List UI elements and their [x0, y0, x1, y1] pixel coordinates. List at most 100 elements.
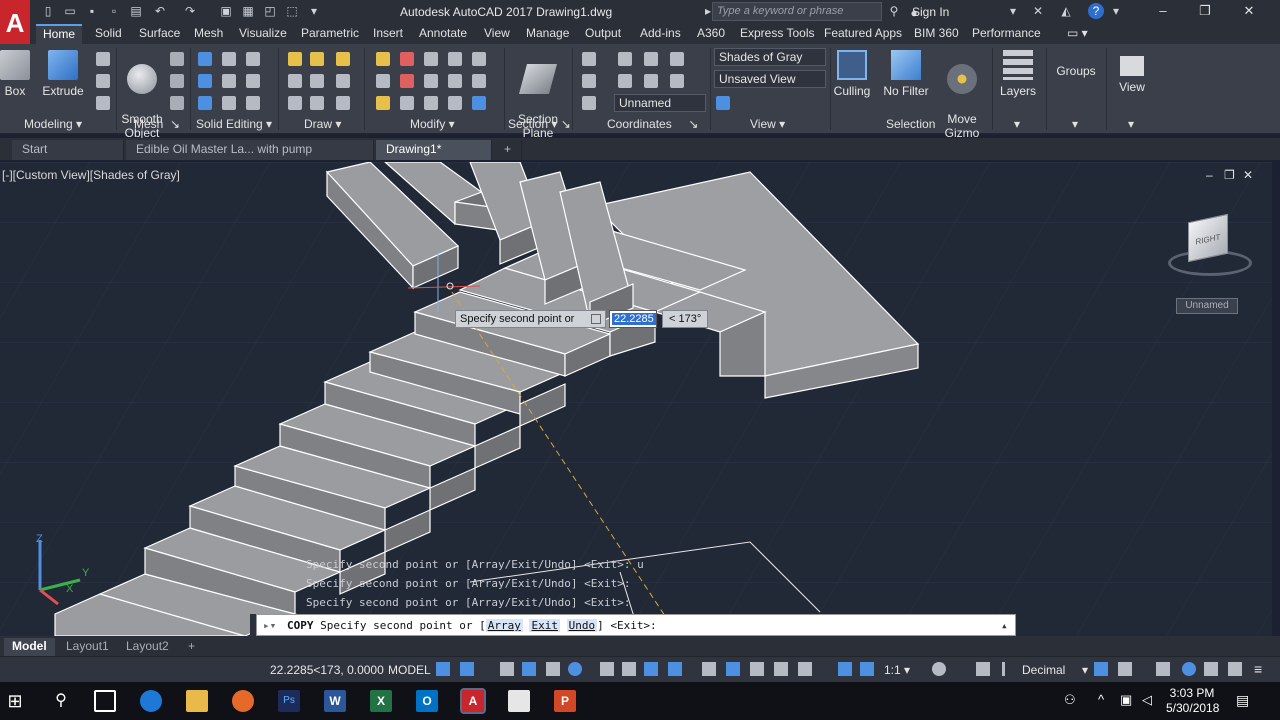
- stretch-icon[interactable]: [424, 74, 438, 88]
- file-tab-start[interactable]: Start: [12, 140, 124, 160]
- annotation-visibility-icon[interactable]: [838, 662, 852, 676]
- layers-button[interactable]: Layers: [996, 48, 1040, 98]
- undo-icon[interactable]: ↶: [152, 3, 168, 19]
- powerpoint-icon[interactable]: P: [554, 690, 576, 712]
- annotation-monitor-icon[interactable]: [976, 662, 990, 676]
- toolbar-icon[interactable]: ▣: [218, 3, 234, 19]
- thicken-icon[interactable]: [222, 96, 236, 110]
- tab-view[interactable]: View: [477, 24, 517, 44]
- extract-edges-icon[interactable]: [246, 74, 260, 88]
- ucs-3point-icon[interactable]: [582, 96, 596, 110]
- explode-icon[interactable]: [400, 74, 414, 88]
- ucs-icon[interactable]: [582, 52, 596, 66]
- panel-solid-editing[interactable]: Solid Editing ▾: [196, 117, 272, 131]
- task-view-icon[interactable]: [94, 690, 116, 712]
- separate-icon[interactable]: [246, 96, 260, 110]
- tab-bim-360[interactable]: BIM 360: [907, 24, 966, 44]
- ucs-menu-badge[interactable]: Unnamed: [1176, 298, 1238, 314]
- a360-icon[interactable]: ◭: [1058, 3, 1074, 19]
- lock-ui-icon[interactable]: [1118, 662, 1132, 676]
- panel-selection[interactable]: Selection: [886, 117, 935, 131]
- option-exit[interactable]: Exit: [529, 619, 560, 632]
- search-input[interactable]: Type a keyword or phrase: [712, 2, 882, 21]
- photoshop-icon[interactable]: Ps: [278, 690, 300, 712]
- mesh-smooth-more-icon[interactable]: [170, 52, 184, 66]
- help-icon[interactable]: ?: [1088, 3, 1104, 19]
- line-icon[interactable]: [288, 52, 302, 66]
- offset-icon[interactable]: [400, 96, 414, 110]
- maximize-icon[interactable]: ❐: [1194, 3, 1216, 19]
- tab-layout1[interactable]: Layout1: [58, 638, 117, 656]
- subtract-icon[interactable]: [198, 74, 212, 88]
- tab-parametric[interactable]: Parametric: [294, 24, 366, 44]
- redo-icon[interactable]: ↷: [182, 3, 198, 19]
- dynamic-input-options-icon[interactable]: [591, 314, 602, 325]
- lineweight-icon[interactable]: [702, 662, 716, 676]
- action-center-icon[interactable]: ▤: [1236, 692, 1249, 709]
- polygon-icon[interactable]: [288, 96, 302, 110]
- circle-icon[interactable]: [336, 74, 350, 88]
- ribbon-toggle-icon[interactable]: ▭ ▾: [1060, 24, 1095, 44]
- customize-qat-icon[interactable]: ▾: [306, 3, 322, 19]
- presspull-icon[interactable]: [96, 74, 110, 88]
- help-dropdown-icon[interactable]: ▾: [1108, 3, 1124, 19]
- imprint-icon[interactable]: [246, 52, 260, 66]
- mirror-icon[interactable]: [472, 52, 486, 66]
- panel-modify[interactable]: Modify ▾: [410, 117, 455, 131]
- dynamic-input-icon[interactable]: [522, 662, 536, 676]
- option-undo[interactable]: Undo: [566, 619, 598, 632]
- gizmo-icon[interactable]: [774, 662, 788, 676]
- ucs-face-icon[interactable]: [670, 52, 684, 66]
- sign-in-dropdown-icon[interactable]: ▾: [1005, 3, 1021, 19]
- mesh-smooth-less-icon[interactable]: [170, 74, 184, 88]
- open-icon[interactable]: ▭: [62, 3, 78, 19]
- viewport-minimize-icon[interactable]: –: [1206, 168, 1213, 182]
- selection-cycling-icon[interactable]: [750, 662, 764, 676]
- close-icon[interactable]: ✕: [1238, 3, 1260, 19]
- tray-expand-icon[interactable]: ^: [1098, 692, 1104, 707]
- transparency-icon[interactable]: [726, 662, 740, 676]
- view-button[interactable]: View: [1112, 48, 1152, 94]
- object-snap-icon[interactable]: [644, 662, 658, 676]
- tab-home[interactable]: Home: [36, 24, 83, 44]
- ucs-object-icon[interactable]: [582, 74, 596, 88]
- rotate-icon[interactable]: [400, 52, 414, 66]
- tab-model[interactable]: Model: [4, 638, 55, 656]
- windows-start-icon[interactable]: ⊞: [4, 690, 26, 712]
- people-icon[interactable]: ⚇: [1064, 692, 1076, 708]
- snap-icon[interactable]: [460, 662, 474, 676]
- isodraft-icon[interactable]: [600, 662, 614, 676]
- print-icon[interactable]: ▦: [240, 3, 256, 19]
- union-icon[interactable]: [198, 52, 212, 66]
- culling-button[interactable]: Culling: [832, 48, 872, 98]
- tab-a360[interactable]: A360: [690, 24, 732, 44]
- quick-properties-icon[interactable]: [1094, 662, 1108, 676]
- application-menu-button[interactable]: A: [0, 0, 30, 46]
- array-icon[interactable]: [472, 74, 486, 88]
- tab-output[interactable]: Output: [578, 24, 628, 44]
- panel-modeling[interactable]: Modeling ▾: [24, 117, 82, 131]
- tab-insert[interactable]: Insert: [366, 24, 410, 44]
- viewport-restore-icon[interactable]: ❐: [1224, 168, 1235, 182]
- outlook-icon[interactable]: O: [416, 690, 438, 712]
- construction-line-icon[interactable]: [310, 74, 324, 88]
- tab-surface[interactable]: Surface: [132, 24, 187, 44]
- units-dropdown[interactable]: Decimal ▾: [1022, 663, 1088, 677]
- workspace-gear-icon[interactable]: [932, 662, 946, 676]
- tab-express-tools[interactable]: Express Tools: [733, 24, 821, 44]
- save-as-icon[interactable]: ▫: [106, 3, 122, 19]
- binoculars-icon[interactable]: ⚲: [886, 3, 902, 19]
- view-expand-icon[interactable]: ▾: [1128, 117, 1134, 131]
- ucs-dynamic-icon[interactable]: [798, 662, 812, 676]
- share-icon[interactable]: ◰: [262, 3, 278, 19]
- layers-expand-icon[interactable]: ▾: [1014, 117, 1020, 131]
- box-button[interactable]: Box: [0, 48, 30, 98]
- file-tab-drawing1[interactable]: Drawing1*: [376, 140, 492, 160]
- photos-icon[interactable]: [508, 690, 530, 712]
- new-tab-icon[interactable]: +: [494, 140, 522, 160]
- trim-icon[interactable]: [424, 52, 438, 66]
- 3d-object-snap-icon[interactable]: [668, 662, 682, 676]
- panel-mesh[interactable]: Mesh ↘: [134, 117, 180, 131]
- no-filter-button[interactable]: No Filter: [880, 48, 932, 98]
- recent-commands-icon[interactable]: ▸▾: [263, 619, 276, 632]
